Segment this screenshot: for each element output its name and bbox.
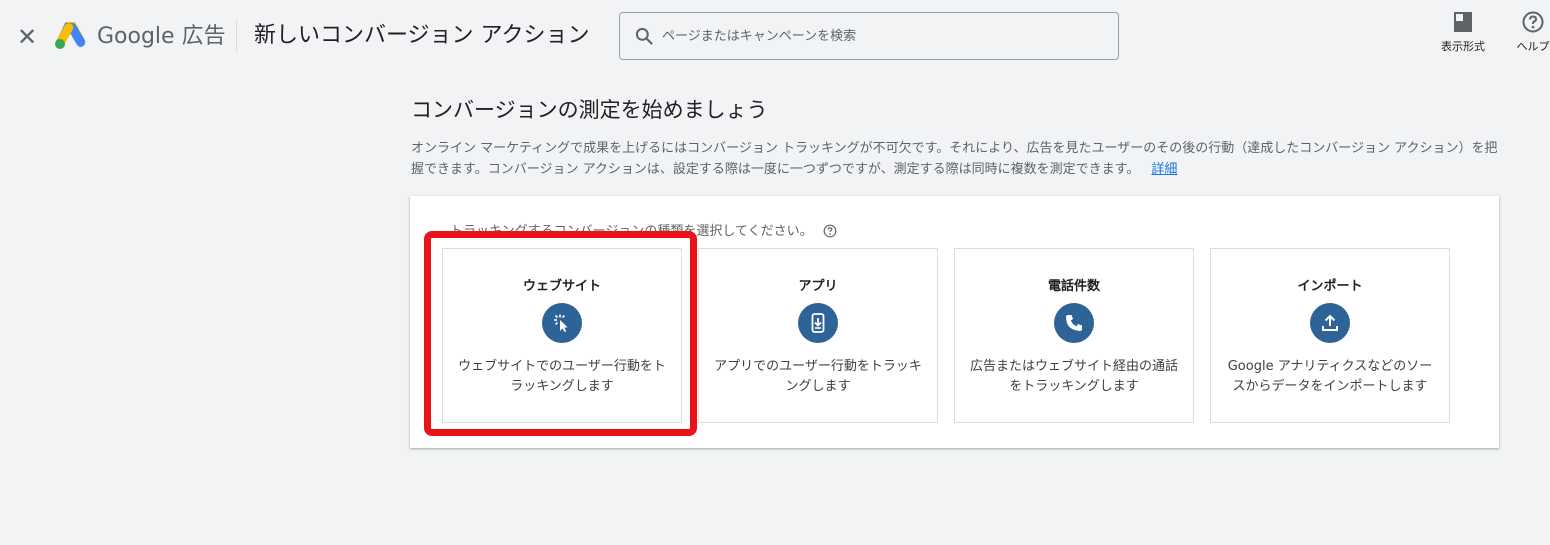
intro-body: オンライン マーケティングで成果を上げるにはコンバージョン トラッキングが不可欠… [411,141,1498,177]
card-website-title: ウェブサイト [522,279,601,294]
mobile-download-icon [798,303,838,343]
search-input[interactable] [662,21,1102,51]
search-box[interactable] [619,12,1119,60]
help-circle-icon[interactable] [823,224,837,238]
main-title: コンバージョンの測定を始めましょう [411,98,768,122]
app-header: ✕ Google 広告 新しいコンバージョン アクション 表示形式 ヘルプ [0,0,1550,78]
card-import-title: インポート [1297,279,1363,294]
card-phone-calls[interactable]: 電話件数 広告またはウェブサイト経由の通話をトラッキングします [954,248,1194,423]
card-app-title: アプリ [798,279,838,294]
card-app[interactable]: アプリ アプリでのユーザー行動をトラッキングします [698,248,938,423]
card-website[interactable]: ウェブサイト ウェブサイトでのユーザー行動をトラッキングします [442,248,682,423]
view-format-label: 表示形式 [1441,40,1485,53]
card-import[interactable]: インポート Google アナリティクスなどのソースからデータをインポートします [1210,248,1450,423]
card-phone-calls-title: 電話件数 [1047,279,1100,294]
intro-text: オンライン マーケティングで成果を上げるにはコンバージョン トラッキングが不可欠… [411,138,1501,180]
page-heading: 新しいコンバージョン アクション [254,23,590,48]
prompt-text: トラッキングするコンバージョンの種類を選択してください。 [450,224,813,239]
header-divider [236,20,237,52]
card-app-description: アプリでのユーザー行動をトラッキングします [714,359,922,394]
close-icon[interactable]: ✕ [14,24,40,50]
help-icon [1522,11,1544,33]
google-ads-logo [55,22,86,49]
phone-icon [1054,303,1094,343]
card-import-description: Google アナリティクスなどのソースからデータをインポートします [1227,359,1433,394]
cursor-click-icon [542,303,582,343]
view-layout-icon [1454,12,1472,32]
upload-icon [1310,303,1350,343]
learn-more-link[interactable]: 詳細 [1151,162,1177,177]
search-icon [635,27,653,45]
brand-name: Google 広告 [97,24,226,49]
card-phone-calls-description: 広告またはウェブサイト経由の通話をトラッキングします [969,359,1178,394]
conversion-type-panel: トラッキングするコンバージョンの種類を選択してください。 ウェブサイト ウェブサ… [410,196,1499,448]
card-website-description: ウェブサイトでのユーザー行動をトラッキングします [458,359,666,394]
help-button[interactable]: ヘルプ [1508,10,1550,60]
conversion-type-prompt: トラッキングするコンバージョンの種類を選択してください。 [450,220,837,239]
help-label: ヘルプ [1516,40,1550,53]
view-format-button[interactable]: 表示形式 [1434,10,1492,60]
